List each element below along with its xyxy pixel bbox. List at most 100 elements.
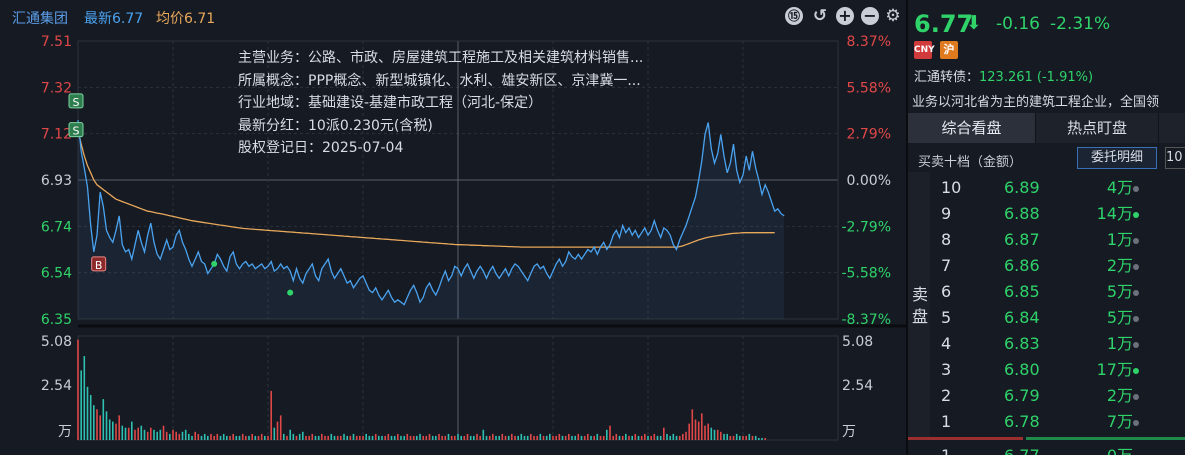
volume-bar [637, 435, 640, 440]
volume-bar [612, 435, 614, 440]
volume-bar [159, 429, 162, 440]
volume-bar [210, 433, 212, 440]
volume-bar [469, 435, 472, 440]
volume-bar [175, 431, 177, 440]
volume-bar [219, 435, 222, 440]
volume-bar [137, 427, 139, 440]
level-number: 8 [941, 230, 952, 249]
volume-bar [181, 431, 184, 440]
volume-bar [86, 386, 89, 440]
volume-bar [754, 435, 757, 440]
sell-level-row[interactable]: 9 6.88 14万 [908, 201, 1185, 227]
volume-bar [479, 435, 481, 440]
volume-bar [517, 435, 519, 440]
volume-bar [235, 435, 238, 440]
level-price: 6.78 [1004, 412, 1040, 431]
level-number: 1 [941, 412, 952, 431]
order-detail-button[interactable]: 委托明细 [1077, 147, 1157, 169]
volume-bar [365, 433, 367, 440]
volume-bar [647, 435, 649, 440]
price-tick-label: 7.12 [41, 127, 72, 143]
convertible-bond[interactable]: 汇通转债：123.261 (-1.91%) [914, 66, 1093, 85]
volume-bar [327, 435, 329, 440]
volume-bar [720, 431, 722, 440]
volume-bar [514, 435, 516, 440]
sell-level-row[interactable]: 8 6.87 1万 [908, 227, 1185, 253]
volume-bar [590, 435, 592, 440]
sell-level-row[interactable]: 2 6.79 2万 [908, 383, 1185, 409]
volume-bar [732, 435, 735, 440]
volume-bar [77, 339, 79, 440]
sell-marker: S [68, 122, 84, 138]
volume-bar [555, 435, 557, 440]
volume-bar [387, 433, 390, 440]
volume-bar [615, 433, 618, 440]
volume-bar [314, 435, 317, 440]
price-tick-label: 6.54 [41, 266, 72, 282]
sell-level-row[interactable]: 1 6.78 7万 [908, 409, 1185, 435]
volume-bar [153, 429, 155, 440]
level-indicator-dot [1133, 290, 1139, 296]
settings-icon[interactable]: ⚙ [884, 7, 902, 25]
volume-bar [254, 435, 257, 440]
volume-bar [283, 433, 285, 440]
volume-bar [238, 435, 241, 440]
undo-icon[interactable]: ↺ [811, 7, 829, 25]
compare-icon[interactable]: ⑮ [785, 7, 803, 25]
volume-bar [431, 435, 434, 440]
tab-hotspot[interactable]: 热点盯盘 [1035, 113, 1158, 143]
volume-bar [539, 433, 542, 440]
volume-bar [682, 433, 684, 440]
volume-bar [545, 435, 548, 440]
stock-name[interactable]: 汇通集团 [12, 8, 68, 28]
volume-bar [134, 429, 136, 440]
sell-level-row[interactable]: 6 6.85 5万 [908, 279, 1185, 305]
sell-level-row[interactable]: 4 6.83 1万 [908, 331, 1185, 357]
level-number: 7 [941, 256, 952, 275]
ask-strength-bar [1026, 437, 1185, 440]
volume-bar [650, 435, 652, 440]
svg-text:B: B [95, 259, 103, 272]
buy-level-row[interactable]: 1 6.77 0万 [908, 443, 1185, 455]
volume-bar [644, 433, 646, 440]
sell-level-row[interactable]: 7 6.86 2万 [908, 253, 1185, 279]
volume-bar [634, 433, 637, 440]
level-count-button[interactable]: 10 [1165, 147, 1185, 169]
chart-header: 汇通集团 最新6.77 均价6.71 ⑮ ↺ + − ⚙ [0, 0, 905, 34]
volume-bar [587, 433, 589, 440]
sell-level-row[interactable]: 5 6.84 5万 [908, 305, 1185, 331]
sell-level-row[interactable]: 10 6.89 4万 [908, 175, 1185, 201]
volume-bar [685, 431, 687, 440]
panel-tabs: 综合看盘 热点盯盘 [908, 113, 1185, 143]
volume-bar [251, 433, 253, 440]
volume-bar [758, 438, 760, 440]
zoom-out-icon[interactable]: − [861, 7, 879, 25]
volume-bar [96, 409, 98, 440]
volume-bar [666, 433, 668, 440]
volume-bar [390, 435, 393, 440]
volume-bar [498, 435, 500, 440]
volume-bar [140, 425, 143, 440]
level-volume: 2万 [1106, 386, 1133, 405]
zoom-in-icon[interactable]: + [836, 7, 854, 25]
volume-bar [606, 429, 608, 440]
volume-bar [112, 421, 114, 440]
volume-bar [298, 433, 301, 440]
latest-label: 最新6.77 [84, 11, 144, 27]
volume-bar [425, 435, 428, 440]
volume-bar [124, 427, 127, 440]
sell-level-row[interactable]: 3 6.80 17万 [908, 357, 1185, 383]
volume-bar [726, 433, 728, 440]
volume-bar [564, 435, 567, 440]
price-change: -0.16 [996, 14, 1040, 34]
volume-bar [127, 427, 130, 440]
volume-bar [745, 435, 747, 440]
tab-overview[interactable]: 综合看盘 [908, 113, 1035, 143]
volume-bar [520, 433, 523, 440]
volume-bar [574, 435, 576, 440]
level-indicator-dot [1133, 212, 1139, 218]
volume-bar [245, 435, 247, 440]
svg-text:S: S [73, 96, 80, 109]
tab-more[interactable] [1158, 113, 1185, 143]
stock-info-overlay: 主营业务：公路、市政、房屋建筑工程施工及相关建筑材料销售... 所属概念：PPP… [238, 47, 643, 160]
